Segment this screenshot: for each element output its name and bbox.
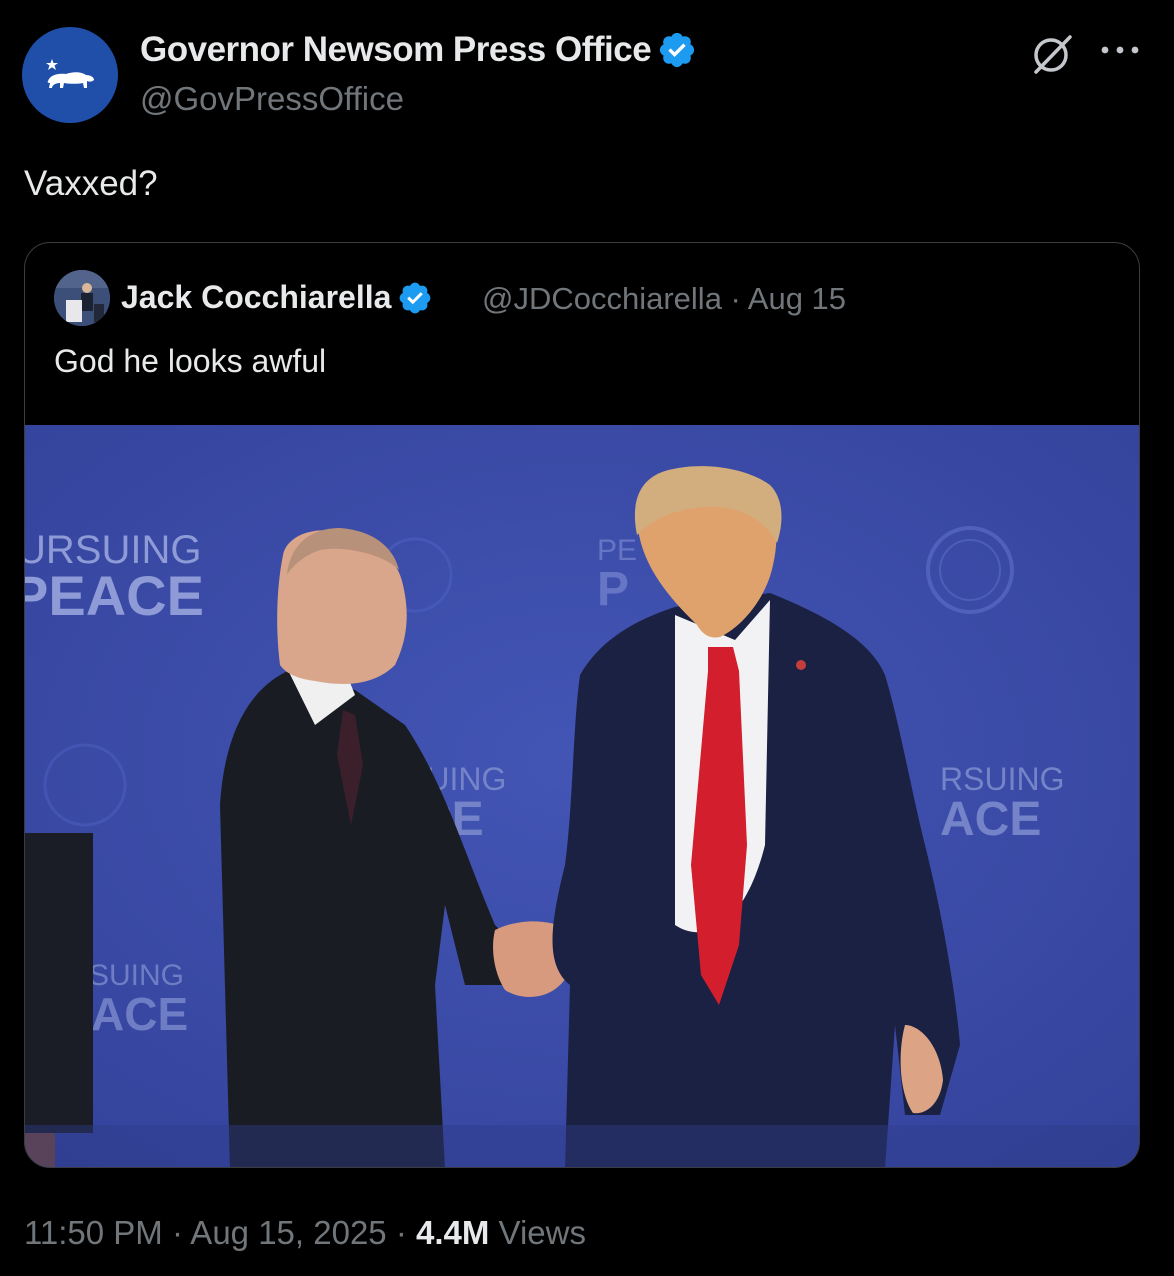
quoted-handle-date[interactable]: @JDCocchiarella · Aug 15 bbox=[482, 281, 846, 317]
author-handle[interactable]: @GovPressOffice bbox=[140, 80, 404, 118]
quoted-author-name-row[interactable]: Jack Cocchiarella bbox=[121, 279, 433, 316]
verified-badge-icon bbox=[400, 282, 431, 313]
quoted-media-photo[interactable]: URSUING PEACE PE P SUING CE RSUING ACE S… bbox=[25, 425, 1139, 1167]
tweet-container: Governor Newsom Press Office @GovPressOf… bbox=[0, 0, 1174, 1276]
views-count: 4.4M bbox=[415, 1214, 490, 1251]
more-options-icon[interactable] bbox=[1099, 40, 1141, 60]
author-name[interactable]: Governor Newsom Press Office bbox=[140, 30, 652, 70]
backdrop-text-top-center-big: P bbox=[597, 563, 629, 616]
california-bear-icon bbox=[46, 59, 94, 88]
quoted-tweet[interactable]: Jack Cocchiarella @JDCocchiarella · Aug … bbox=[24, 242, 1140, 1168]
tweet-meta: 11:50 PM · Aug 15, 2025 · 4.4M Views bbox=[24, 1214, 586, 1252]
backdrop-text-lower-left-big: ACE bbox=[91, 988, 188, 1040]
views-label: Views bbox=[489, 1214, 586, 1251]
backdrop-text-right-big: ACE bbox=[940, 793, 1041, 846]
quoted-author-avatar[interactable] bbox=[54, 270, 110, 326]
quoted-author-name[interactable]: Jack Cocchiarella bbox=[121, 279, 391, 316]
author-name-row[interactable]: Governor Newsom Press Office bbox=[140, 30, 697, 70]
tweet-timestamp[interactable]: 11:50 PM · Aug 15, 2025 · bbox=[24, 1214, 416, 1251]
backdrop-text-left-big: PEACE bbox=[25, 564, 204, 627]
tweet-text: Vaxxed? bbox=[24, 164, 158, 203]
verified-badge-icon bbox=[660, 32, 695, 68]
podium-speaker-icon bbox=[54, 270, 110, 326]
backdrop-text-right: RSUING bbox=[940, 761, 1064, 797]
quoted-text: God he looks awful bbox=[54, 343, 327, 379]
author-avatar[interactable] bbox=[22, 27, 118, 123]
grok-icon[interactable] bbox=[1030, 32, 1074, 76]
handshake-photo: URSUING PEACE PE P SUING CE RSUING ACE S… bbox=[25, 425, 1139, 1167]
